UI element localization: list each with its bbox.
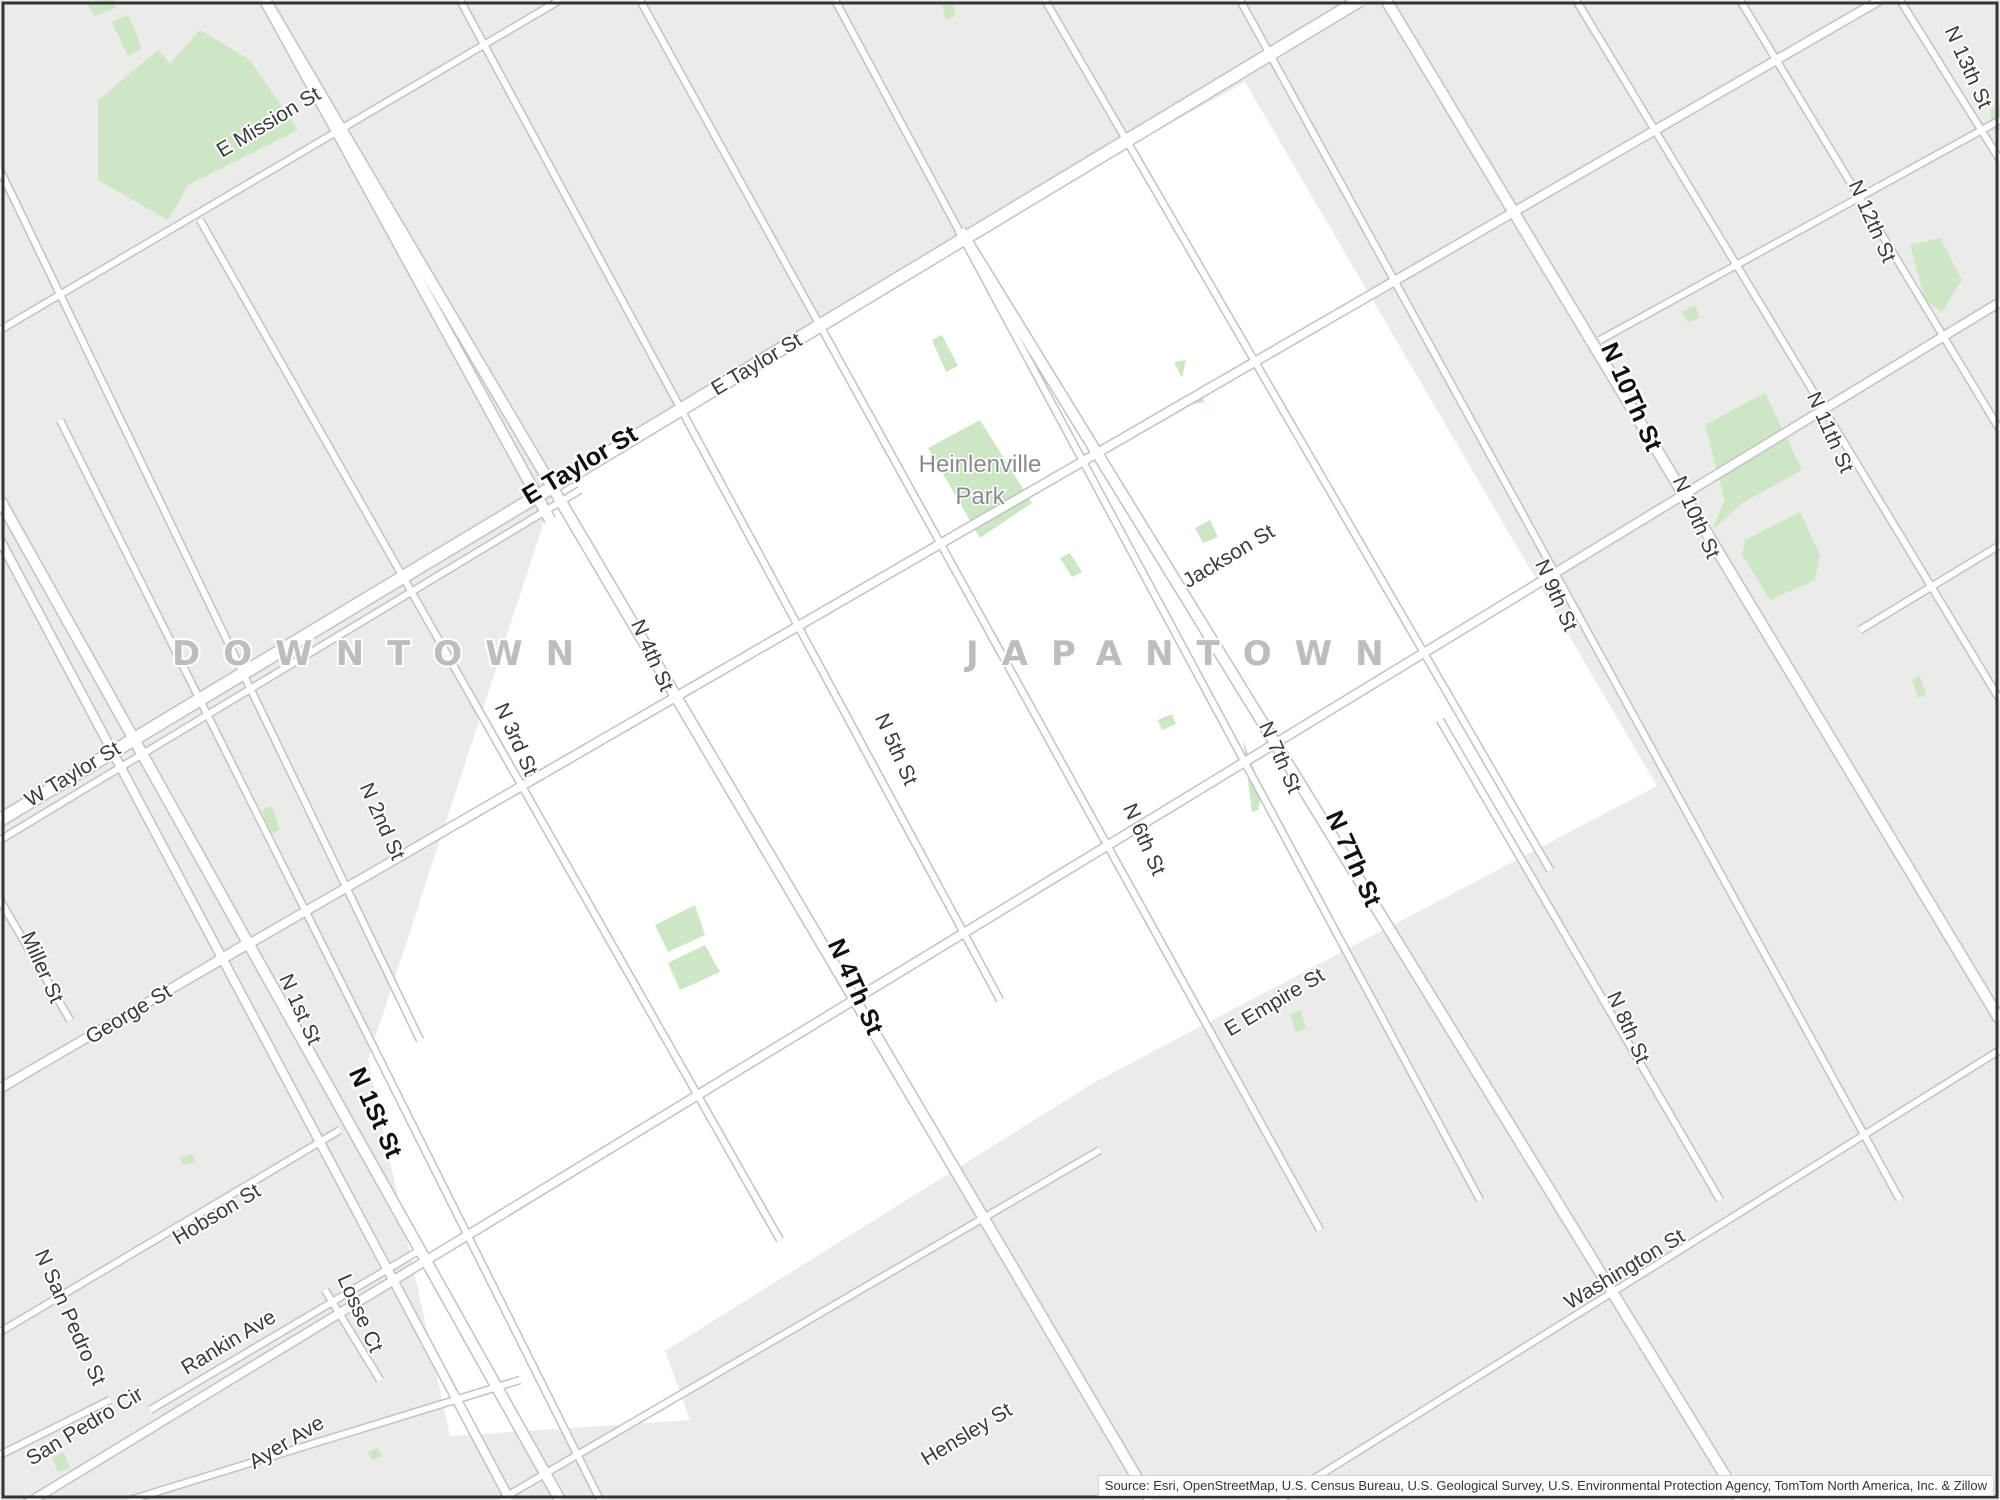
map-canvas[interactable]: DOWNTOWN JAPANTOWN Heinlenville Park E M… xyxy=(0,0,2000,1500)
park-label-line2: Park xyxy=(955,483,1005,510)
neighborhood-label-downtown: DOWNTOWN xyxy=(172,634,597,674)
map-view[interactable]: DOWNTOWN JAPANTOWN Heinlenville Park E M… xyxy=(0,0,2000,1500)
neighborhood-label-japantown: JAPANTOWN xyxy=(964,634,1407,674)
map-attribution: Source: Esri, OpenStreetMap, U.S. Census… xyxy=(1097,1475,1994,1496)
park-label-line1: Heinlenville xyxy=(919,451,1042,478)
